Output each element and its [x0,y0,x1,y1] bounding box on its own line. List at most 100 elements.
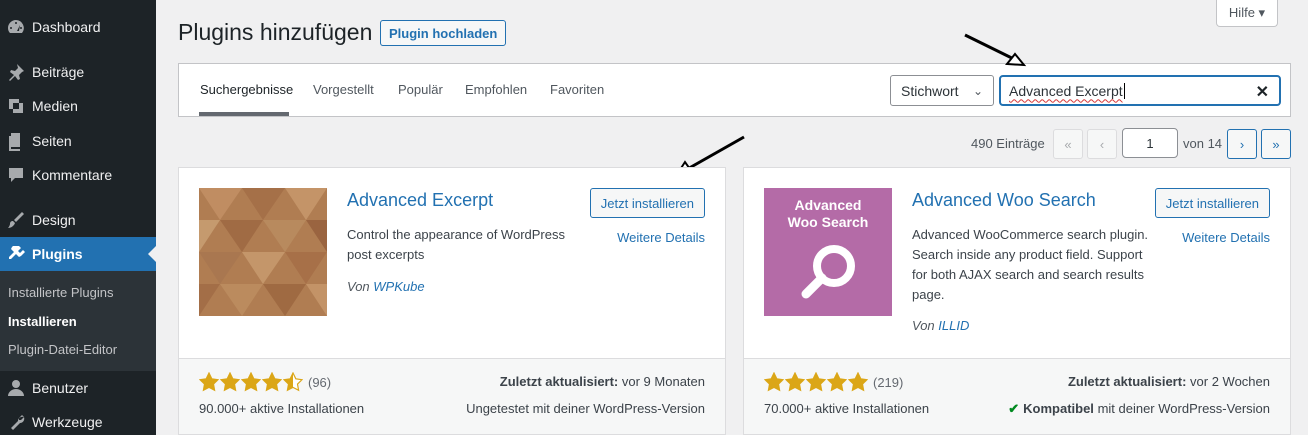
star-rating: (219) [764,372,903,392]
plugin-thumbnail[interactable]: Advanced Woo Search [764,188,892,316]
plugin-thumbnail[interactable] [199,188,327,316]
text-caret [1123,82,1125,99]
sidebar-item-label: Plugins [32,246,83,262]
plugin-author: Von ILLID [912,318,969,333]
media-icon [0,96,32,116]
last-updated-label: Zuletzt aktualisiert: [499,374,619,389]
tab-featured[interactable]: Vorgestellt [313,82,374,97]
help-button[interactable]: Hilfe ▾ [1216,0,1278,27]
compat-text: mit deiner WordPress-Version [1097,401,1270,416]
plugin-icon [0,244,32,264]
sidebar-item-tools[interactable]: Werkzeuge [0,405,156,435]
submenu-add-new[interactable]: Installieren [8,314,77,329]
last-page-button[interactable]: » [1261,129,1291,159]
sidebar-item-label: Medien [32,98,78,114]
sidebar-item-dashboard[interactable]: Dashboard [0,10,156,44]
sidebar-item-label: Dashboard [32,19,101,35]
sidebar-item-pages[interactable]: Seiten [0,124,156,158]
tab-search-results[interactable]: Suchergebnisse [200,82,293,97]
plugin-title-link[interactable]: Advanced Excerpt [347,190,493,211]
close-icon[interactable]: ✕ [1256,82,1269,102]
star-icons [764,372,868,392]
sidebar-item-label: Design [32,212,76,228]
last-updated-value: vor 9 Monaten [621,374,705,389]
plugin-description: Advanced WooCommerce search plugin. Sear… [912,227,1149,302]
sidebar-item-design[interactable]: Design [0,203,156,237]
chevron-down-icon: ⌄ [972,84,983,98]
compatibility-status: ✔ Kompatibel mit deiner WordPress-Version [1008,401,1270,417]
current-page-input[interactable]: 1 [1122,128,1178,158]
rating-count[interactable]: (219) [873,375,903,390]
sidebar-item-comments[interactable]: Kommentare [0,158,156,192]
star-filled-icon [764,372,784,392]
star-filled-icon [827,372,847,392]
plugin-author: Von WPKube [347,279,425,294]
last-updated-label: Zuletzt aktualisiert: [1067,374,1187,389]
author-link[interactable]: ILLID [938,318,969,333]
user-icon [0,378,32,398]
annotation-arrow-icon [964,33,1027,67]
sidebar-item-label: Werkzeuge [32,414,103,430]
search-type-value: Stichwort [901,82,959,99]
upload-plugin-button[interactable]: Plugin hochladen [380,20,507,46]
admin-sidebar: Dashboard Beiträge Medien Seiten Komment… [0,0,156,435]
submenu-installed-plugins[interactable]: Installierte Plugins [8,285,114,300]
plugin-card: Advanced Woo Search Advanced Woo Search … [743,167,1291,435]
plugin-card-footer: (219) 70.000+ aktive Installationen Zule… [744,358,1290,434]
submenu-plugin-editor[interactable]: Plugin-Datei-Editor [8,342,117,357]
star-filled-icon [806,372,826,392]
tab-recommended[interactable]: Empfohlen [465,82,527,97]
plugin-title-link[interactable]: Advanced Woo Search [912,190,1096,211]
search-icon [801,245,855,299]
sidebar-item-posts[interactable]: Beiträge [0,55,156,89]
last-updated: Zuletzt aktualisiert: vor 9 Monaten [500,374,705,389]
sidebar-item-plugins[interactable]: Plugins [0,237,156,271]
dashboard-icon [0,17,32,37]
first-page-button[interactable]: « [1053,129,1083,159]
tab-popular[interactable]: Populär [398,82,443,97]
plugin-description: Control the appearance of WordPress post… [347,227,565,262]
rating-count[interactable]: (96) [308,375,331,390]
star-filled-icon [785,372,805,392]
star-icons [199,372,303,392]
more-details-link[interactable]: Weitere Details [1182,230,1270,245]
active-installs: 90.000+ aktive Installationen [199,401,365,416]
more-details-link[interactable]: Weitere Details [617,230,705,245]
sidebar-item-label: Kommentare [32,167,113,183]
page-title: Plugins hinzufügen [178,19,373,45]
sidebar-item-users[interactable]: Benutzer [0,371,156,405]
author-prefix: Von [912,318,935,333]
brush-icon [0,210,32,230]
prev-page-button[interactable]: ‹ [1087,129,1117,159]
pages-icon [0,131,32,151]
star-rating: (96) [199,372,331,392]
active-tab-indicator [199,112,289,116]
star-filled-icon [220,372,240,392]
wrench-icon [0,412,32,432]
sidebar-item-media[interactable]: Medien [0,89,156,123]
comment-icon [0,165,32,185]
plugin-filter-bar: Suchergebnisse Vorgestellt Populär Empfo… [178,63,1291,117]
plugin-card: Advanced Excerpt Control the appearance … [178,167,726,435]
sidebar-item-label: Beiträge [32,64,85,80]
star-filled-icon [262,372,282,392]
next-page-button[interactable]: › [1227,129,1257,159]
install-now-button[interactable]: Jetzt installieren [589,188,705,218]
author-prefix: Von [347,279,370,294]
result-count: 490 Einträge [971,136,1045,151]
search-type-select[interactable]: Stichwort ⌄ [890,75,994,106]
author-link[interactable]: WPKube [373,279,424,294]
star-half-icon [283,372,303,392]
last-updated: Zuletzt aktualisiert: vor 2 Wochen [1068,374,1270,389]
search-input-value: Advanced Excerpt [1009,82,1123,99]
install-now-button[interactable]: Jetzt installieren [1154,188,1270,218]
plugins-submenu: Installierte Plugins Installieren Plugin… [0,271,156,371]
sidebar-item-label: Seiten [32,133,72,149]
checkmark-icon: ✔ [1008,401,1020,416]
plugin-card-footer: (96) 90.000+ aktive Installationen Zulet… [179,358,725,434]
tab-favorites[interactable]: Favoriten [550,82,604,97]
star-filled-icon [848,372,868,392]
plugin-search-input[interactable]: Advanced Excerpt ✕ [999,75,1281,106]
star-filled-icon [199,372,219,392]
active-installs: 70.000+ aktive Installationen [764,401,930,416]
